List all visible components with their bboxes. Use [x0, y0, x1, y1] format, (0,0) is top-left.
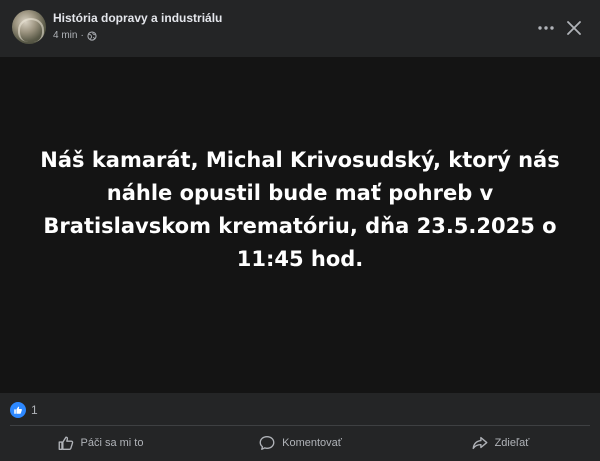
share-icon — [472, 436, 487, 450]
more-icon — [538, 26, 554, 30]
globe-icon[interactable] — [87, 30, 97, 41]
comment-icon — [259, 436, 275, 450]
page-name-link[interactable]: História dopravy a industriálu — [53, 11, 222, 25]
share-button[interactable]: Zdieľať — [400, 428, 600, 458]
close-icon — [567, 21, 581, 35]
reaction-count: 1 — [31, 403, 38, 417]
comment-button-label: Komentovať — [282, 437, 342, 449]
like-button[interactable]: Páči sa mi to — [0, 428, 200, 458]
page-avatar[interactable] — [12, 10, 46, 44]
more-options-button[interactable] — [532, 14, 560, 42]
post-header: História dopravy a industriálu 4 min · — [0, 0, 600, 56]
post-meta: 4 min · — [53, 30, 97, 41]
like-badge-icon — [10, 402, 26, 418]
post-actions: Páči sa mi to Komentovať Zdieľať — [0, 428, 600, 458]
meta-separator: · — [80, 30, 84, 41]
post-time[interactable]: 4 min — [53, 30, 77, 41]
post-image[interactable]: Náš kamarát, Michal Krivosudský, ktorý n… — [0, 57, 600, 393]
reactions-summary[interactable]: 1 — [10, 401, 38, 419]
thumbs-up-icon — [58, 436, 73, 450]
comment-button[interactable]: Komentovať — [200, 428, 400, 458]
post-image-text: Náš kamarát, Michal Krivosudský, ktorý n… — [40, 148, 560, 271]
share-button-label: Zdieľať — [494, 437, 530, 449]
post-card: História dopravy a industriálu 4 min · N… — [0, 0, 600, 461]
action-divider — [10, 425, 590, 426]
close-button[interactable] — [560, 14, 588, 42]
like-button-label: Páči sa mi to — [80, 437, 144, 449]
